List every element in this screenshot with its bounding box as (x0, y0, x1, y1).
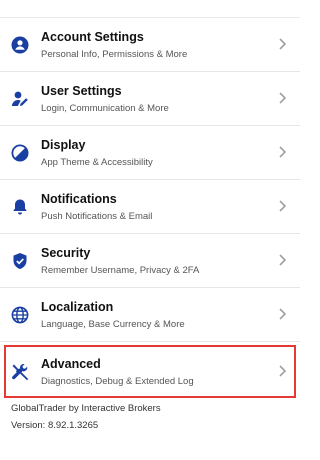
chevron-right-icon (277, 307, 287, 321)
settings-item-subtitle: Diagnostics, Debug & Extended Log (41, 376, 194, 387)
settings-item-subtitle: Remember Username, Privacy & 2FA (41, 265, 200, 276)
settings-item-localization[interactable]: Localization Language, Base Currency & M… (0, 288, 300, 342)
account-icon (11, 36, 29, 54)
settings-item-account[interactable]: Account Settings Personal Info, Permissi… (0, 18, 300, 72)
settings-item-subtitle: Personal Info, Permissions & More (41, 49, 188, 60)
display-icon (11, 144, 29, 162)
settings-item-display[interactable]: Display App Theme & Accessibility (0, 126, 300, 180)
chevron-right-icon (277, 199, 287, 213)
chevron-right-icon (277, 145, 287, 159)
settings-item-subtitle: Language, Base Currency & More (41, 319, 185, 330)
settings-item-title: Localization (41, 300, 114, 314)
settings-item-notifications[interactable]: Notifications Push Notifications & Email (0, 180, 300, 234)
settings-list: Account Settings Personal Info, Permissi… (0, 18, 300, 398)
settings-item-subtitle: App Theme & Accessibility (41, 157, 153, 168)
chevron-right-icon (277, 253, 287, 267)
chevron-right-icon (277, 91, 287, 105)
bell-icon (11, 198, 29, 216)
wrench-screwdriver-icon (11, 363, 29, 381)
app-name-label: GlobalTrader by Interactive Brokers (11, 403, 161, 414)
globe-icon (11, 306, 29, 324)
shield-icon (11, 252, 29, 270)
settings-item-title: Security (41, 246, 91, 260)
version-label: Version: 8.92.1.3265 (11, 420, 99, 431)
settings-item-title: Account Settings (41, 30, 144, 44)
chevron-right-icon (277, 37, 287, 51)
user-edit-icon (11, 90, 29, 108)
settings-item-title: User Settings (41, 84, 122, 98)
settings-item-security[interactable]: Security Remember Username, Privacy & 2F… (0, 234, 300, 288)
settings-item-title: Display (41, 138, 86, 152)
settings-item-user[interactable]: User Settings Login, Communication & Mor… (0, 72, 300, 126)
settings-item-subtitle: Login, Communication & More (41, 103, 169, 114)
chevron-right-icon (277, 364, 287, 378)
settings-item-title: Advanced (41, 357, 101, 371)
top-divider (0, 0, 300, 18)
settings-item-subtitle: Push Notifications & Email (41, 211, 153, 222)
settings-item-advanced[interactable]: Advanced Diagnostics, Debug & Extended L… (4, 345, 296, 398)
settings-item-title: Notifications (41, 192, 117, 206)
